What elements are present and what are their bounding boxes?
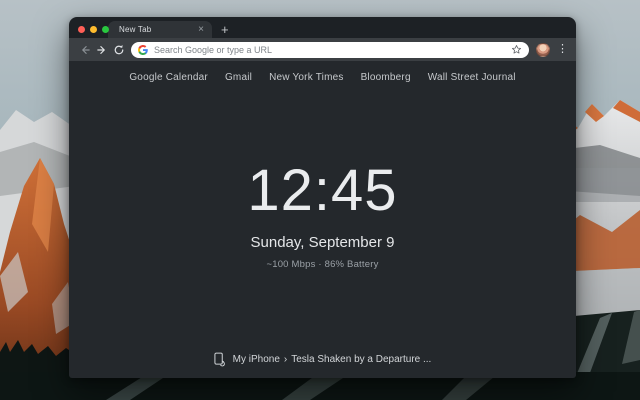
browser-window: New Tab × + ⋮: [69, 17, 576, 378]
tab-title: New Tab: [119, 25, 197, 34]
tab-new-tab[interactable]: New Tab ×: [108, 21, 212, 38]
window-minimize-button[interactable]: [90, 26, 97, 33]
synced-tab-text: My iPhone › Tesla Shaken by a Departure …: [233, 354, 432, 365]
synced-tab-footer[interactable]: My iPhone › Tesla Shaken by a Departure …: [69, 352, 576, 367]
window-close-button[interactable]: [78, 26, 85, 33]
clock-block: 12:45 Sunday, September 9 ~100 Mbps · 86…: [69, 53, 576, 378]
new-tab-icon[interactable]: +: [221, 24, 229, 35]
status-line: ~100 Mbps · 86% Battery: [266, 259, 378, 270]
synced-device-name: My iPhone: [233, 354, 280, 365]
clock-time: 12:45: [247, 162, 397, 220]
phone-sync-icon: [214, 352, 225, 367]
synced-tab-headline: Tesla Shaken by a Departure ...: [291, 354, 431, 365]
new-tab-page: Google Calendar Gmail New York Times Blo…: [69, 61, 576, 378]
chevron-separator: ›: [284, 354, 287, 365]
tab-strip: New Tab × +: [69, 17, 576, 38]
clock-date: Sunday, September 9: [251, 234, 395, 251]
traffic-lights: [78, 26, 109, 33]
window-zoom-button[interactable]: [102, 26, 109, 33]
tab-close-icon[interactable]: ×: [197, 25, 205, 35]
